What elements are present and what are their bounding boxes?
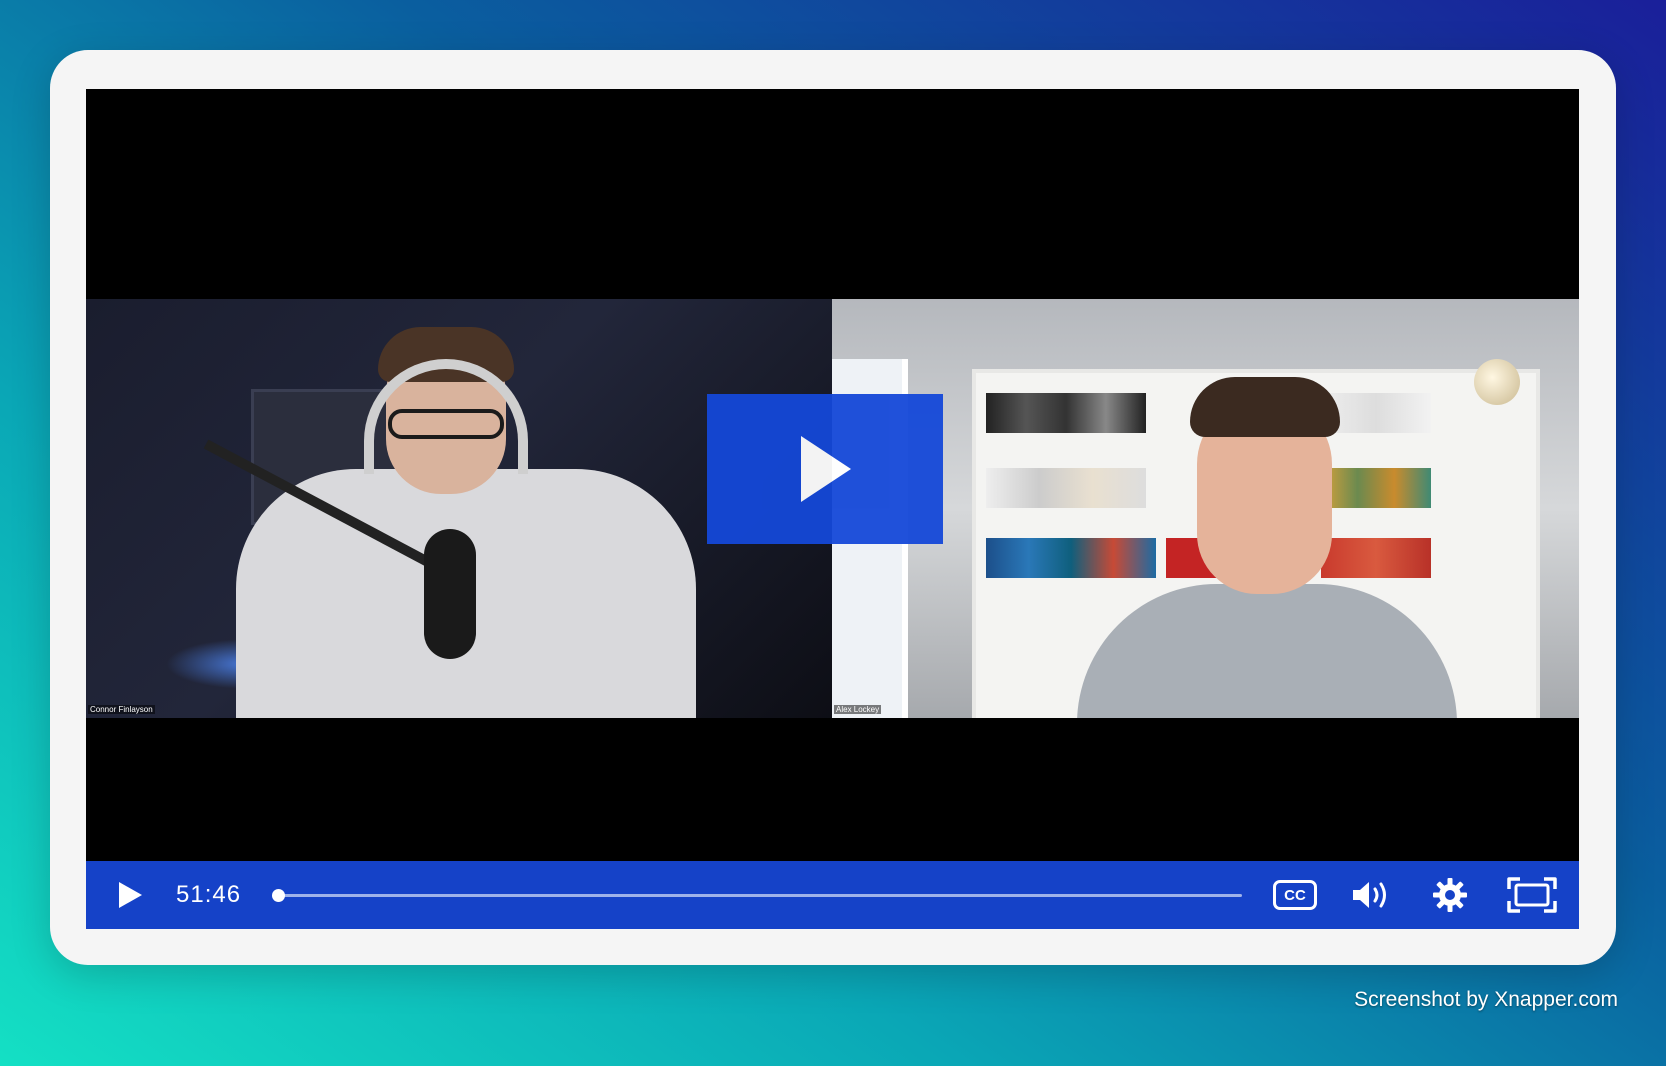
current-time: 51:46 bbox=[176, 881, 242, 908]
play-icon bbox=[119, 882, 142, 908]
light-bulb bbox=[1474, 359, 1520, 405]
captions-button[interactable]: CC bbox=[1269, 861, 1321, 929]
participant-hair bbox=[1190, 377, 1340, 437]
cc-icon: CC bbox=[1273, 880, 1317, 910]
fullscreen-icon bbox=[1507, 877, 1557, 913]
cc-label: CC bbox=[1284, 886, 1306, 904]
gear-icon bbox=[1433, 878, 1467, 912]
volume-icon bbox=[1353, 882, 1386, 908]
play-button[interactable] bbox=[108, 861, 152, 929]
big-play-button[interactable] bbox=[707, 394, 943, 544]
books-row bbox=[986, 538, 1156, 578]
fullscreen-button[interactable] bbox=[1504, 861, 1560, 929]
microphone bbox=[424, 529, 476, 659]
seek-bar[interactable] bbox=[271, 889, 1242, 902]
books-row bbox=[1321, 468, 1431, 508]
seek-handle[interactable] bbox=[271, 889, 285, 902]
participant-name-label: Connor Finlayson bbox=[88, 705, 155, 714]
video-player[interactable]: Connor Finlayson Alex Lockey 51:46 CC bbox=[86, 89, 1579, 929]
books-row bbox=[1321, 538, 1431, 578]
volume-button[interactable] bbox=[1348, 861, 1396, 929]
participant-tile-right: Alex Lockey bbox=[832, 299, 1579, 718]
participant-name-label: Alex Lockey bbox=[834, 705, 882, 714]
player-controls-bar: 51:46 CC bbox=[86, 861, 1579, 929]
watermark: Screenshot by Xnapper.com bbox=[1354, 988, 1618, 1011]
play-icon bbox=[801, 436, 851, 502]
books-row bbox=[986, 468, 1146, 508]
settings-button[interactable] bbox=[1426, 861, 1474, 929]
books-row bbox=[986, 393, 1146, 433]
